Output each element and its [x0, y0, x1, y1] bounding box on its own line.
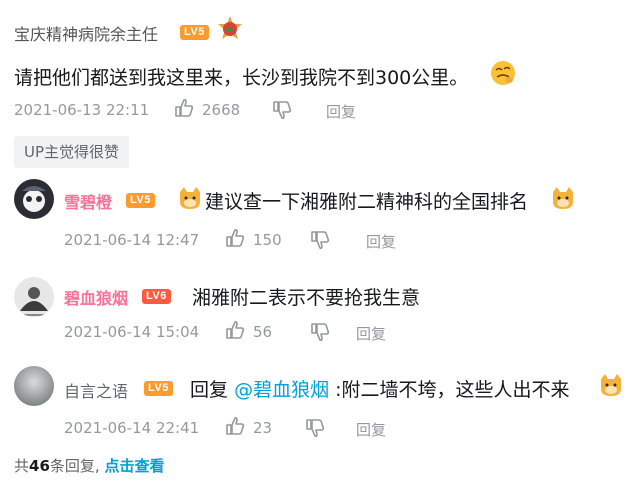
- footer-prefix: 共: [14, 457, 30, 475]
- emoji-dog-icon: [551, 186, 575, 210]
- reply-author[interactable]: 碧血狼烟: [64, 285, 128, 309]
- mention-link[interactable]: @碧血狼烟: [234, 379, 329, 401]
- reply-text-row: 回复 @碧血狼烟 :附二墙不垮，这些人出不来: [190, 375, 570, 402]
- reply-text: 湘雅附二表示不要抢我生意: [192, 287, 421, 309]
- main-comment-text: 请把他们都送到我这里来，长沙到我院不到300公里。: [14, 67, 469, 89]
- reply-text: :附二墙不垮，这些人出不来: [335, 379, 570, 401]
- level-badge: LV5: [144, 381, 173, 396]
- emoji-dog-icon: [178, 186, 202, 210]
- footer-count: 46: [29, 457, 50, 475]
- dislike-icon[interactable]: [310, 322, 330, 342]
- like-count: 2668: [202, 101, 241, 119]
- reply-prefix: 回复: [190, 379, 229, 401]
- reply-button[interactable]: 回复: [326, 101, 356, 122]
- medal-icon[interactable]: [216, 15, 244, 43]
- up-liked-badge: UP主觉得很赞: [14, 136, 130, 168]
- reply-button[interactable]: 回复: [356, 323, 386, 344]
- main-comment-author[interactable]: 宝庆精神病院余主任: [14, 21, 158, 45]
- dislike-icon[interactable]: [310, 230, 330, 250]
- like-icon[interactable]: [174, 98, 194, 118]
- reply-date: 2021-06-14 15:04: [64, 323, 200, 341]
- emoji-dog-icon: [599, 373, 623, 397]
- main-comment-date: 2021-06-13 22:11: [14, 101, 150, 119]
- level-badge: LV5: [126, 193, 155, 208]
- reply-author[interactable]: 雪碧橙: [64, 189, 112, 213]
- like-count: 23: [253, 419, 273, 437]
- level-badge: LV6: [142, 289, 171, 304]
- reply-button[interactable]: 回复: [356, 419, 386, 440]
- like-icon[interactable]: [225, 320, 245, 340]
- like-icon[interactable]: [225, 228, 245, 248]
- level-badge: LV5: [180, 25, 209, 40]
- dislike-icon[interactable]: [272, 100, 292, 120]
- reply-date: 2021-06-14 12:47: [64, 231, 200, 249]
- like-count: 56: [253, 323, 273, 341]
- avatar[interactable]: [14, 277, 54, 317]
- emoji-wave-icon: [490, 60, 516, 86]
- view-replies-link[interactable]: 点击查看: [104, 457, 164, 475]
- reply-button[interactable]: 回复: [366, 231, 396, 252]
- reply-text: 建议查一下湘雅附二精神科的全国排名: [205, 191, 529, 213]
- dislike-icon[interactable]: [305, 418, 325, 438]
- reply-count-footer: 共46条回复, 点击查看: [14, 455, 164, 476]
- avatar[interactable]: [14, 366, 54, 406]
- like-icon[interactable]: [225, 416, 245, 436]
- footer-suffix: 条回复,: [49, 457, 105, 475]
- reply-date: 2021-06-14 22:41: [64, 419, 200, 437]
- reply-author[interactable]: 自言之语: [64, 378, 128, 402]
- like-count: 150: [253, 231, 282, 249]
- avatar[interactable]: [14, 179, 54, 219]
